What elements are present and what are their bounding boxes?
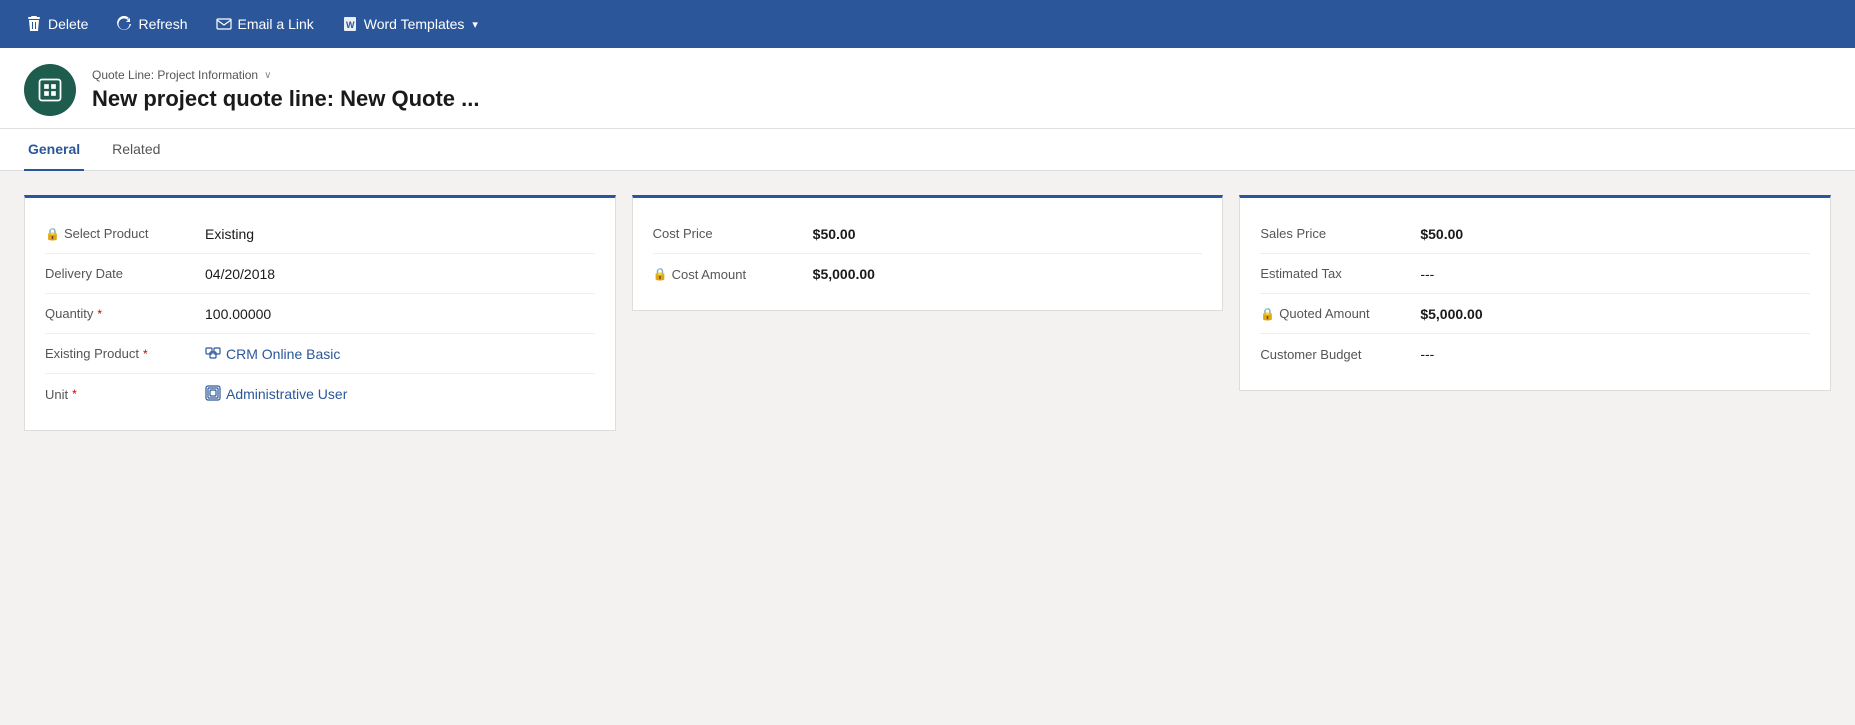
value-quantity[interactable]: 100.00000 [205, 306, 271, 322]
delete-label: Delete [48, 16, 88, 32]
refresh-label: Refresh [138, 16, 187, 32]
label-quantity: Quantity * [45, 306, 205, 321]
field-row-estimated-tax: Estimated Tax --- [1260, 254, 1810, 294]
cards-row: 🔒 Select Product Existing Delivery Date … [24, 195, 1831, 431]
label-cost-amount: 🔒 Cost Amount [653, 267, 813, 282]
tabs-bar: General Related [0, 129, 1855, 171]
page-title: New project quote line: New Quote ... [92, 86, 479, 112]
field-row-customer-budget: Customer Budget --- [1260, 334, 1810, 374]
label-cost-price: Cost Price [653, 226, 813, 241]
label-sales-price: Sales Price [1260, 226, 1420, 241]
value-cost-price[interactable]: $50.00 [813, 226, 856, 242]
card-right: Sales Price $50.00 Estimated Tax --- 🔒 Q… [1239, 195, 1831, 391]
required-star-existing-product: * [143, 347, 148, 361]
required-star-quantity: * [97, 307, 102, 321]
value-unit[interactable]: Administrative User [205, 385, 347, 404]
label-select-product: 🔒 Select Product [45, 226, 205, 241]
value-estimated-tax[interactable]: --- [1420, 266, 1434, 282]
value-select-product[interactable]: Existing [205, 226, 254, 242]
card-middle: Cost Price $50.00 🔒 Cost Amount $5,000.0… [632, 195, 1224, 311]
field-row-delivery-date: Delivery Date 04/20/2018 [45, 254, 595, 294]
value-sales-price[interactable]: $50.00 [1420, 226, 1463, 242]
card-left: 🔒 Select Product Existing Delivery Date … [24, 195, 616, 431]
field-row-quoted-amount: 🔒 Quoted Amount $5,000.00 [1260, 294, 1810, 334]
entity-icon [24, 64, 76, 116]
label-delivery-date: Delivery Date [45, 266, 205, 281]
header-area: Quote Line: Project Information ∨ New pr… [0, 48, 1855, 129]
toolbar: Delete Refresh Email a Link W Word Templ… [0, 0, 1855, 48]
field-row-cost-amount: 🔒 Cost Amount $5,000.00 [653, 254, 1203, 294]
lock-icon-cost-amount: 🔒 [653, 267, 668, 281]
required-star-unit: * [72, 387, 77, 401]
main-content: 🔒 Select Product Existing Delivery Date … [0, 171, 1855, 725]
value-existing-product[interactable]: CRM Online Basic [205, 344, 340, 363]
label-unit: Unit * [45, 387, 205, 402]
field-row-quantity: Quantity * 100.00000 [45, 294, 595, 334]
lock-icon-select-product: 🔒 [45, 227, 60, 241]
value-cost-amount[interactable]: $5,000.00 [813, 266, 875, 282]
value-customer-budget[interactable]: --- [1420, 346, 1434, 362]
refresh-button[interactable]: Refresh [106, 10, 197, 38]
email-icon [216, 16, 232, 32]
unit-icon [205, 385, 221, 404]
tab-general[interactable]: General [24, 129, 84, 171]
field-row-existing-product: Existing Product * CRM Online Basic [45, 334, 595, 374]
header-text: Quote Line: Project Information ∨ New pr… [92, 68, 479, 112]
product-icon [205, 344, 221, 363]
field-row-cost-price: Cost Price $50.00 [653, 214, 1203, 254]
word-templates-label: Word Templates [364, 16, 465, 32]
refresh-icon [116, 16, 132, 32]
word-templates-chevron: ▾ [472, 18, 478, 31]
field-row-select-product: 🔒 Select Product Existing [45, 214, 595, 254]
email-link-button[interactable]: Email a Link [206, 10, 324, 38]
value-delivery-date[interactable]: 04/20/2018 [205, 266, 275, 282]
breadcrumb-chevron[interactable]: ∨ [264, 70, 271, 81]
svg-text:W: W [346, 20, 355, 30]
label-existing-product: Existing Product * [45, 346, 205, 361]
word-templates-button[interactable]: W Word Templates ▾ [332, 10, 488, 38]
delete-button[interactable]: Delete [16, 10, 98, 38]
label-estimated-tax: Estimated Tax [1260, 266, 1420, 281]
value-quoted-amount[interactable]: $5,000.00 [1420, 306, 1482, 322]
breadcrumb-text: Quote Line: Project Information [92, 68, 258, 82]
word-icon: W [342, 16, 358, 32]
breadcrumb: Quote Line: Project Information ∨ [92, 68, 479, 82]
lock-icon-quoted-amount: 🔒 [1260, 307, 1275, 321]
label-quoted-amount: 🔒 Quoted Amount [1260, 306, 1420, 321]
field-row-sales-price: Sales Price $50.00 [1260, 214, 1810, 254]
label-customer-budget: Customer Budget [1260, 347, 1420, 362]
field-row-unit: Unit * Administrative User [45, 374, 595, 414]
email-link-label: Email a Link [238, 16, 314, 32]
delete-icon [26, 16, 42, 32]
tab-related[interactable]: Related [108, 129, 164, 171]
